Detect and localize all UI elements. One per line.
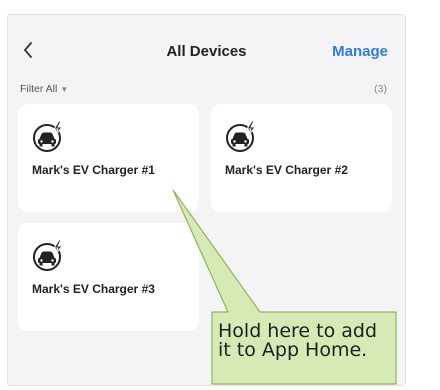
manage-button[interactable]: Manage bbox=[332, 43, 388, 60]
filter-label: Filter All bbox=[20, 83, 58, 95]
device-card-1[interactable]: Mark's EV Charger #1 bbox=[18, 104, 199, 212]
device-card-2[interactable]: Mark's EV Charger #2 bbox=[211, 104, 392, 212]
ev-charger-icon bbox=[33, 239, 64, 271]
ev-charger-icon bbox=[33, 120, 64, 152]
filter-dropdown[interactable]: Filter All ▼ bbox=[20, 83, 68, 95]
device-name: Mark's EV Charger #1 bbox=[32, 163, 155, 177]
caret-down-icon: ▼ bbox=[60, 84, 69, 94]
app-header: All Devices Manage bbox=[8, 15, 405, 71]
device-name: Mark's EV Charger #3 bbox=[32, 282, 155, 296]
ev-charger-icon bbox=[226, 120, 257, 152]
callout-line-2: it to App Home. bbox=[218, 339, 368, 361]
device-name: Mark's EV Charger #2 bbox=[225, 163, 348, 177]
callout-text: Hold here to add it to App Home. bbox=[218, 322, 394, 360]
device-card-3[interactable]: Mark's EV Charger #3 bbox=[18, 223, 199, 331]
device-count: (3) bbox=[374, 83, 387, 95]
